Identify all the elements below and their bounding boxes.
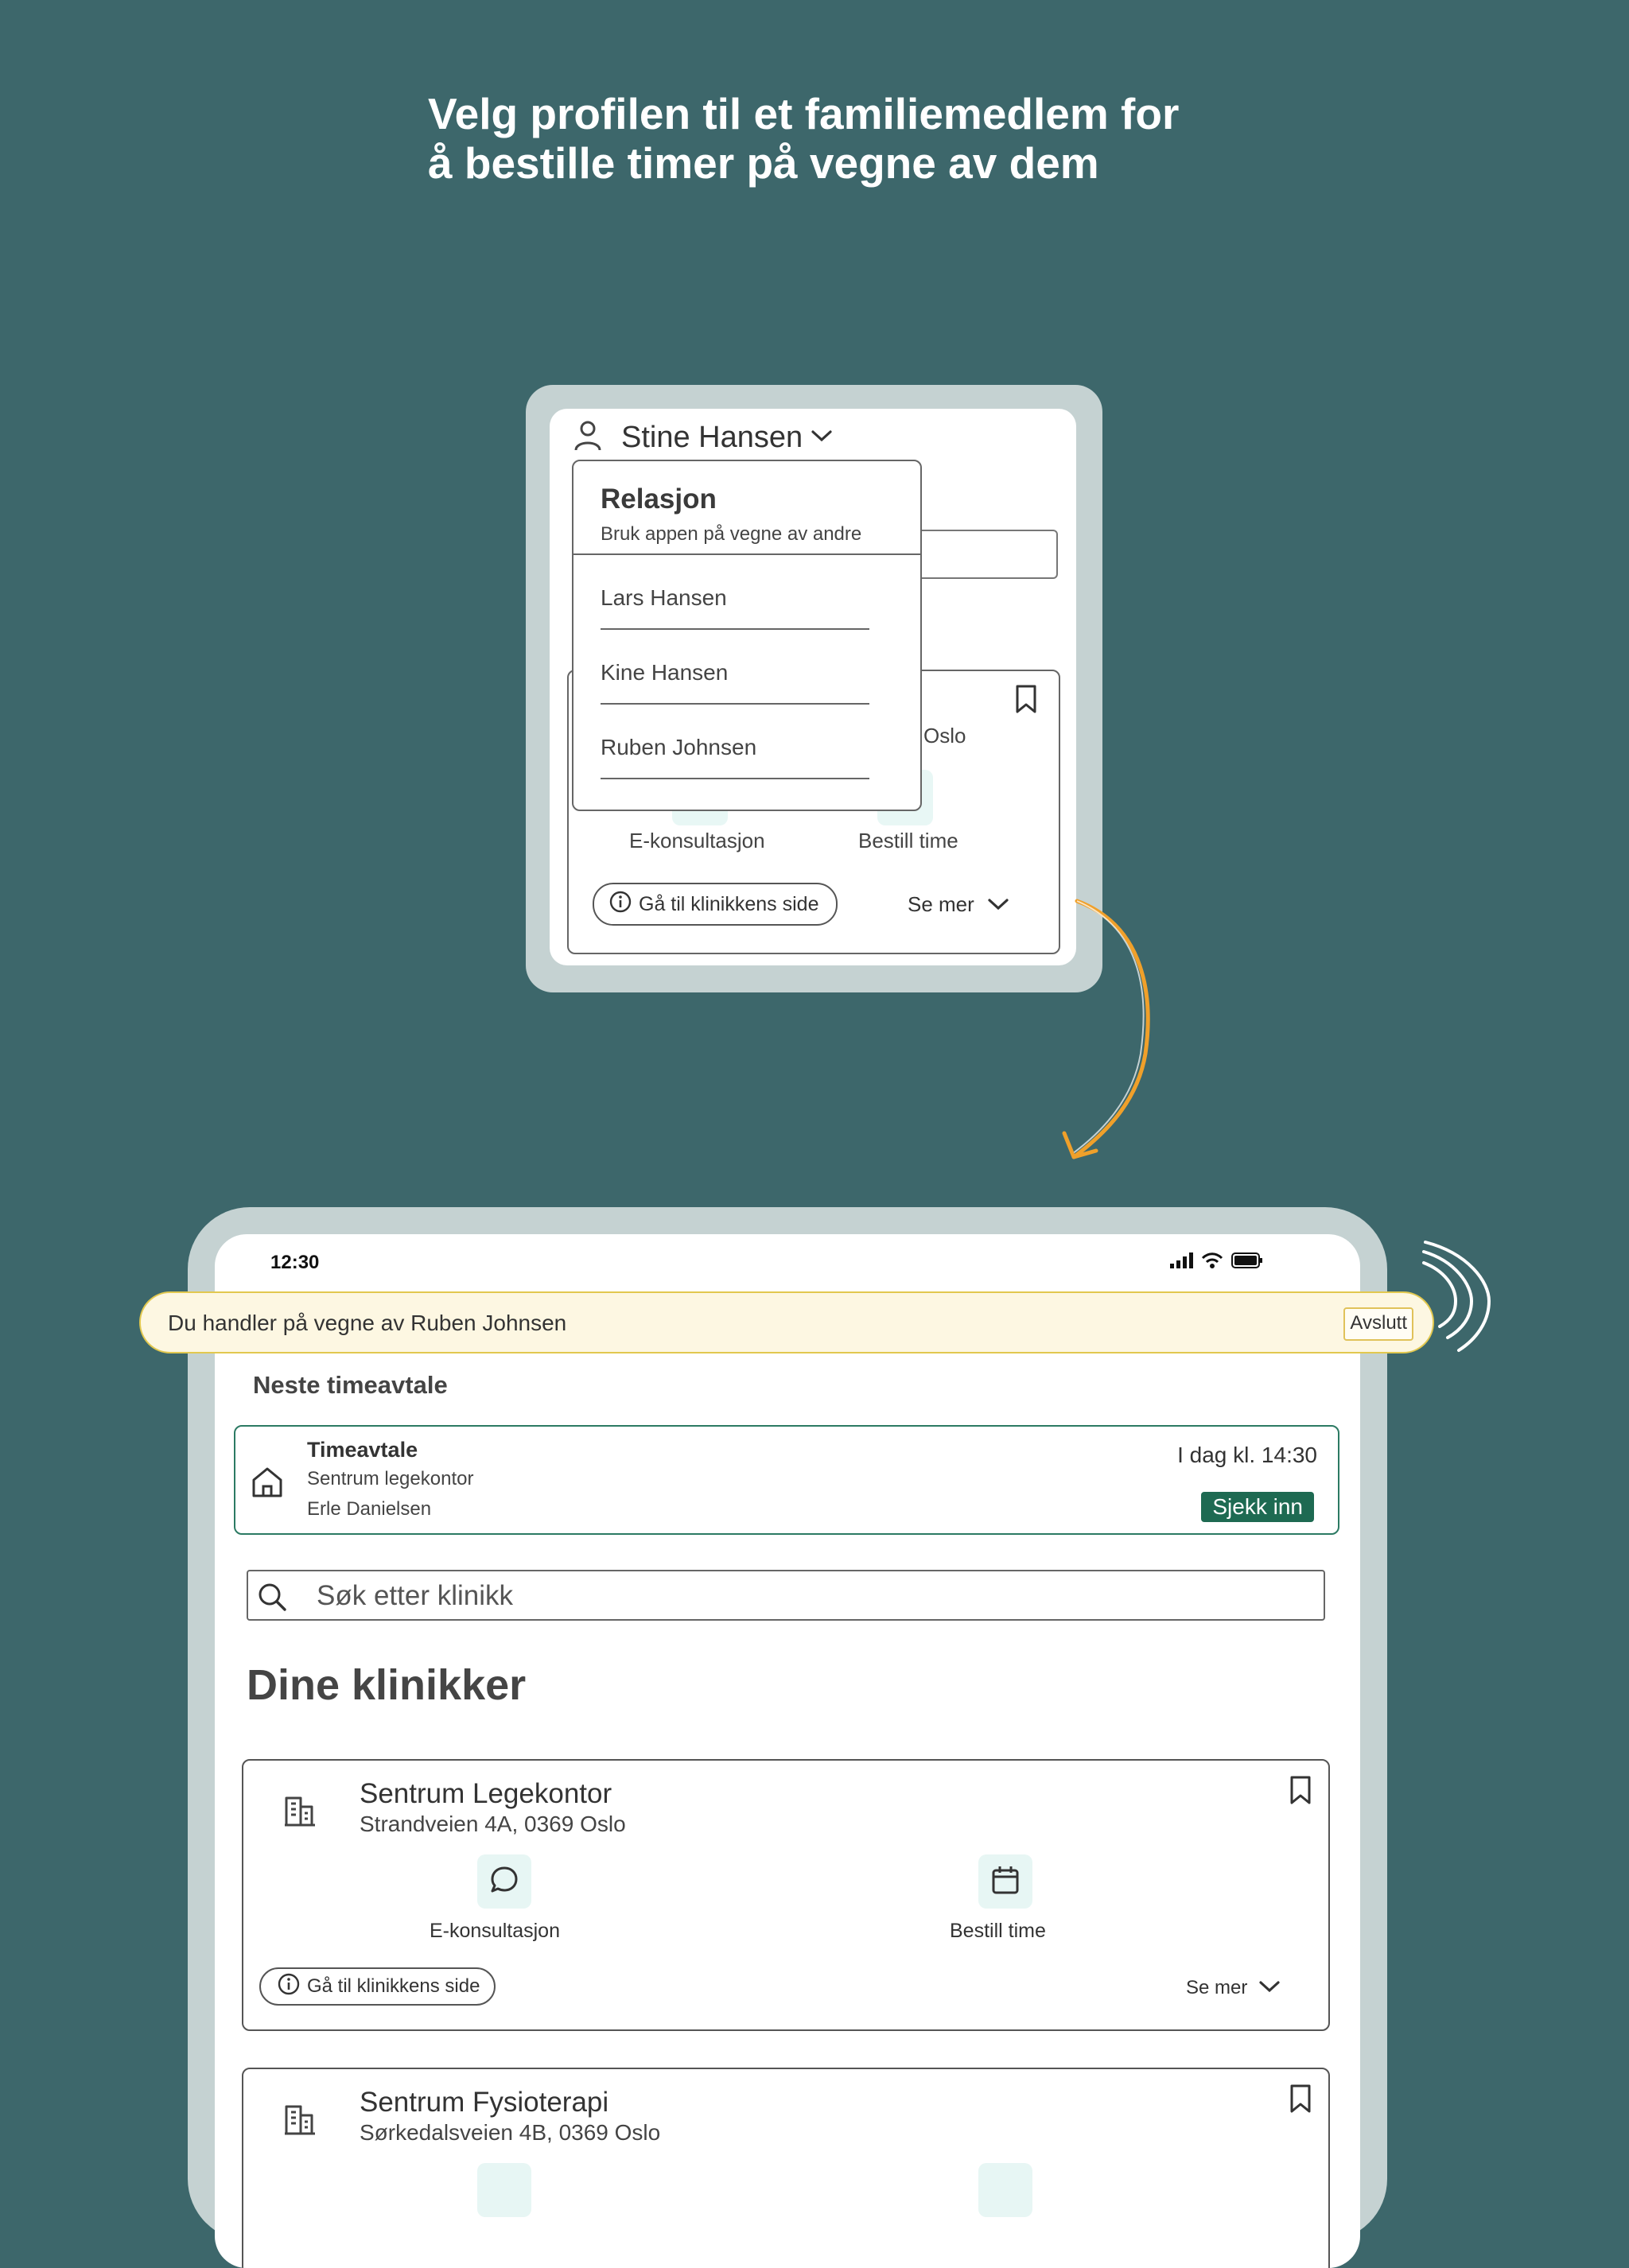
clinic-page-link-label: Gå til klinikkens side: [307, 1975, 480, 1997]
info-icon: [608, 890, 632, 919]
clinics-title: Dine klinikker: [247, 1661, 527, 1709]
e-consultation-button[interactable]: [477, 2163, 531, 2217]
clinic-card[interactable]: Sentrum Legekontor Strandveien 4A, 0369 …: [242, 1759, 1330, 2031]
bookmark-icon[interactable]: [1014, 684, 1038, 718]
clinic-address-partial: Oslo: [923, 724, 966, 748]
clinic-page-link[interactable]: Gå til klinikkens side: [259, 1967, 496, 2006]
search-input[interactable]: [315, 1578, 1273, 1614]
profile-name: Stine Hansen: [621, 421, 803, 454]
clinic-address: Strandveien 4A, 0369 Oslo: [360, 1812, 626, 1836]
search-icon: [256, 1581, 288, 1617]
wifi-icon: [1201, 1252, 1223, 1273]
bookmark-icon[interactable]: [1289, 2084, 1312, 2118]
clinic-card[interactable]: Sentrum Fysioterapi Sørkedalsveien 4B, 0…: [242, 2068, 1330, 2268]
signal-waves-icon: [1422, 1241, 1491, 1352]
appointment-card[interactable]: Timeavtale Sentrum legekontor Erle Danie…: [234, 1425, 1339, 1535]
on-behalf-text: Du handler på vegne av Ruben Johnsen: [168, 1311, 567, 1335]
appointment-clinic: Sentrum legekontor: [307, 1468, 474, 1489]
status-icons: [1169, 1252, 1263, 1273]
appointment-doctor: Erle Danielsen: [307, 1498, 432, 1520]
chevron-down-icon: [987, 892, 1009, 917]
building-icon: [283, 2103, 317, 2140]
clinic-address: Sørkedalsveien 4B, 0369 Oslo: [360, 2120, 661, 2145]
dropdown-subtitle: Bruk appen på vegne av andre: [601, 523, 862, 545]
e-consultation-button[interactable]: [477, 1854, 531, 1909]
dropdown-item-kine[interactable]: Kine Hansen: [601, 631, 869, 705]
headline: Velg profilen til et familiemedlem for å…: [428, 89, 1303, 188]
divider: [573, 553, 920, 555]
chevron-down-icon: [811, 428, 833, 448]
headline-line-2: å bestille timer på vegne av dem: [428, 138, 1099, 188]
dropdown-title: Relasjon: [601, 484, 717, 515]
next-appointment-title: Neste timeavtale: [253, 1371, 448, 1399]
appointment-title: Timeavtale: [307, 1438, 418, 1462]
clinic-page-link[interactable]: Gå til klinikkens side: [593, 883, 838, 926]
see-more-button[interactable]: Se mer: [908, 892, 1009, 917]
e-consultation-label[interactable]: E-konsultasjon: [629, 829, 765, 853]
book-appointment-label[interactable]: Bestill time: [950, 1920, 1046, 1943]
e-consultation-label[interactable]: E-konsultasjon: [430, 1920, 560, 1943]
chevron-down-icon: [1258, 1977, 1281, 1999]
battery-icon: [1231, 1252, 1263, 1273]
clinic-search: [247, 1570, 1325, 1621]
building-icon: [283, 1794, 317, 1831]
profile-selector[interactable]: Stine Hansen: [573, 420, 833, 456]
see-more-button[interactable]: Se mer: [1186, 1977, 1281, 1999]
clinic-name: Sentrum Legekontor: [360, 1778, 612, 1809]
chat-icon: [488, 1864, 520, 1900]
calendar-icon: [989, 1864, 1021, 1900]
headline-line-1: Velg profilen til et familiemedlem for: [428, 89, 1180, 138]
arrow-connector: [1062, 899, 1150, 1159]
clinic-page-link-label: Gå til klinikkens side: [639, 892, 819, 915]
book-appointment-label[interactable]: Bestill time: [858, 829, 958, 853]
check-in-button[interactable]: Sjekk inn: [1201, 1492, 1314, 1522]
see-more-label: Se mer: [1186, 1977, 1248, 1998]
book-appointment-button[interactable]: [978, 1854, 1032, 1909]
user-icon: [573, 420, 602, 456]
home-icon: [250, 1465, 285, 1504]
signal-icon: [1169, 1252, 1193, 1272]
bookmark-icon[interactable]: [1289, 1775, 1312, 1809]
tablet-screen: 12:30 Neste timeavtale Timeavtale Sentru…: [215, 1234, 1360, 2268]
on-behalf-banner: Du handler på vegne av Ruben Johnsen Avs…: [139, 1291, 1434, 1353]
dropdown-item-ruben[interactable]: Ruben Johnsen: [601, 706, 869, 779]
appointment-time: I dag kl. 14:30: [1177, 1443, 1317, 1467]
relation-dropdown: Relasjon Bruk appen på vegne av andre La…: [572, 460, 922, 811]
zoom-preview-frame: Stine Hansen or Oslo E-konsultasjon Best…: [526, 385, 1102, 992]
zoom-preview-screen: Stine Hansen or Oslo E-konsultasjon Best…: [550, 409, 1076, 965]
clinic-name: Sentrum Fysioterapi: [360, 2087, 609, 2118]
end-session-button[interactable]: Avslutt: [1343, 1307, 1413, 1341]
book-appointment-button[interactable]: [978, 2163, 1032, 2217]
see-more-label: Se mer: [908, 892, 974, 916]
dropdown-item-lars[interactable]: Lars Hansen: [601, 557, 869, 630]
info-icon: [277, 1972, 301, 2002]
status-time: 12:30: [270, 1252, 320, 1273]
tablet-frame: 12:30 Neste timeavtale Timeavtale Sentru…: [188, 1207, 1387, 2268]
